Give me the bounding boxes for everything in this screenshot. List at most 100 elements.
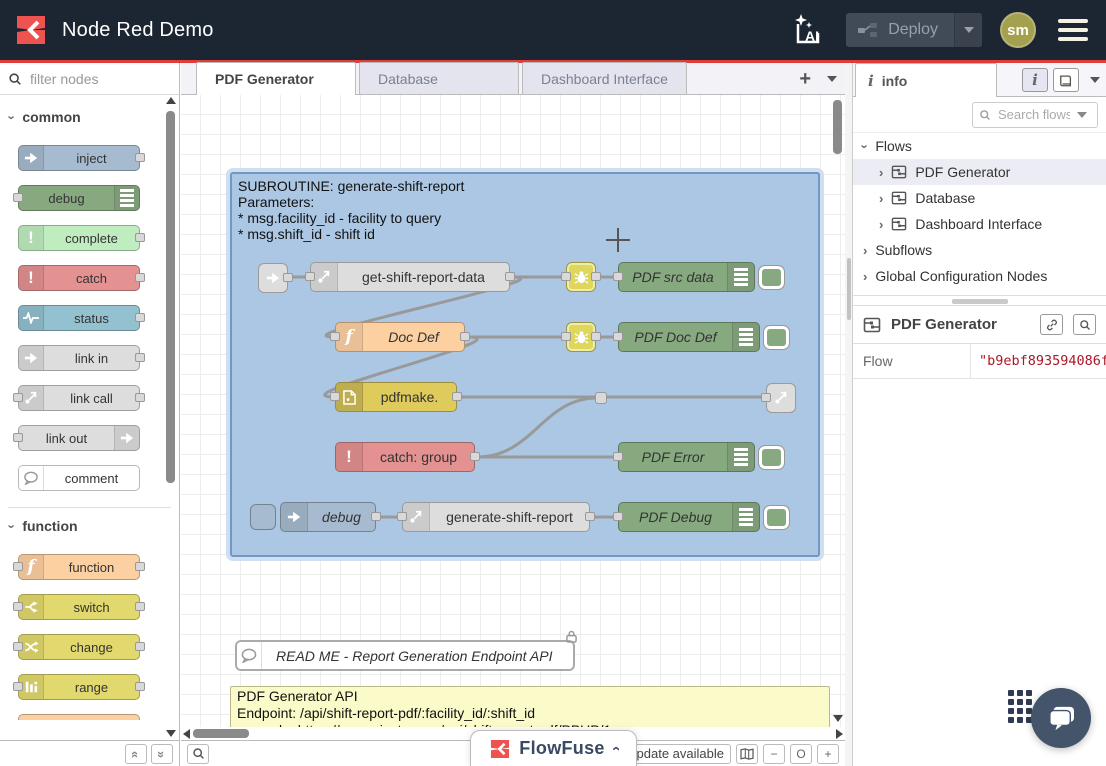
node-pdfmake[interactable]: pdfmake. <box>335 382 457 412</box>
chat-drag-handle-icon[interactable] <box>1008 690 1032 723</box>
node-get-shift-report-data[interactable]: get-shift-report-data <box>310 262 510 292</box>
input-port[interactable] <box>13 682 23 691</box>
palette-node-link-in[interactable]: link in <box>18 345 140 371</box>
output-port[interactable] <box>135 602 145 611</box>
palette-node-complete[interactable]: ! complete <box>18 225 140 251</box>
input-port[interactable] <box>330 332 340 341</box>
chat-widget-button[interactable] <box>1031 688 1091 748</box>
search-flows-box[interactable] <box>972 102 1098 128</box>
tree-global-config-header[interactable]: › Global Configuration Nodes <box>853 263 1106 289</box>
flow-canvas[interactable]: SUBROUTINE: generate-shift-reportParamet… <box>181 95 845 727</box>
input-port[interactable] <box>613 452 623 461</box>
palette-category-function[interactable]: › function <box>0 508 179 540</box>
input-port[interactable] <box>613 512 623 521</box>
sidebar-options-caret[interactable] <box>1090 77 1100 83</box>
output-port[interactable] <box>452 392 462 401</box>
divider-grip[interactable] <box>952 299 1008 304</box>
palette-node-function[interactable]: f function <box>18 554 140 580</box>
palette-node-link-out[interactable]: link out <box>18 425 140 451</box>
output-port[interactable] <box>283 273 293 282</box>
input-port[interactable] <box>761 393 771 402</box>
flow-list-caret[interactable] <box>827 76 837 82</box>
tree-item-database[interactable]: › Database <box>853 185 1106 211</box>
input-port[interactable] <box>561 332 571 341</box>
input-port[interactable] <box>613 332 623 341</box>
input-port[interactable] <box>397 512 407 521</box>
zoom-in-button[interactable]: + <box>817 744 839 764</box>
zoom-out-button[interactable]: − <box>763 744 785 764</box>
input-port[interactable] <box>13 193 23 202</box>
output-port[interactable] <box>371 512 381 521</box>
wire-junction[interactable] <box>595 392 607 404</box>
tree-subflows-header[interactable]: › Subflows <box>853 237 1106 263</box>
info-panel-button[interactable]: i <box>1022 68 1048 92</box>
navigator-map-icon[interactable] <box>736 744 758 764</box>
palette-node-comment[interactable]: comment <box>18 465 140 491</box>
output-port[interactable] <box>135 273 145 282</box>
input-port[interactable] <box>13 562 23 571</box>
node-pdf-error[interactable]: PDF Error <box>618 442 755 472</box>
tab-info[interactable]: i info <box>855 63 997 97</box>
search-flows-footer-button[interactable] <box>187 744 209 764</box>
input-port[interactable] <box>13 393 23 402</box>
input-port[interactable] <box>13 433 23 442</box>
input-port[interactable] <box>13 602 23 611</box>
scroll-left-arrow[interactable] <box>183 729 190 739</box>
palette-node-status[interactable]: status <box>18 305 140 331</box>
tree-item-dashboard-interface[interactable]: › Dashboard Interface <box>853 211 1106 237</box>
collapse-all-button[interactable]: « <box>125 744 147 764</box>
output-port[interactable] <box>135 313 145 322</box>
output-port[interactable] <box>460 332 470 341</box>
output-port[interactable] <box>505 272 515 281</box>
output-port[interactable] <box>135 642 145 651</box>
deploy-options-caret[interactable] <box>954 13 982 47</box>
output-port[interactable] <box>591 332 601 341</box>
node-doc-def[interactable]: f Doc Def <box>335 322 465 352</box>
api-info-group[interactable]: PDF Generator API Endpoint: /api/shift-r… <box>230 686 830 727</box>
ai-assistant-button[interactable]: AI <box>788 10 828 50</box>
node-link-in[interactable] <box>258 263 288 293</box>
input-port[interactable] <box>330 392 340 401</box>
divider-grip[interactable] <box>847 258 851 320</box>
input-port[interactable] <box>561 272 571 281</box>
add-flow-button[interactable]: + <box>799 69 811 89</box>
tab-database[interactable]: Database <box>359 62 519 94</box>
node-inject-debug[interactable]: debug <box>280 502 376 532</box>
output-port[interactable] <box>470 452 480 461</box>
output-port[interactable] <box>135 682 145 691</box>
output-port[interactable] <box>135 233 145 242</box>
output-port[interactable] <box>591 272 601 281</box>
inject-trigger-button[interactable] <box>250 504 276 530</box>
output-port[interactable] <box>135 353 145 362</box>
palette-node-change[interactable]: change <box>18 634 140 660</box>
node-readme-comment[interactable]: READ ME - Report Generation Endpoint API <box>235 640 575 671</box>
palette-node-link-call[interactable]: link call <box>18 385 140 411</box>
input-port[interactable] <box>13 642 23 651</box>
tab-dashboard-interface[interactable]: Dashboard Interface <box>522 62 687 94</box>
tree-detail-divider[interactable] <box>853 295 1106 305</box>
expand-all-button[interactable]: » <box>151 744 173 764</box>
deploy-button[interactable]: Deploy <box>846 13 982 47</box>
output-port[interactable] <box>135 153 145 162</box>
debug-toggle-button[interactable] <box>758 265 785 290</box>
node-pdf-src-data[interactable]: PDF src data <box>618 262 755 292</box>
main-menu-button[interactable] <box>1054 15 1092 45</box>
canvas-vertical-scrollbar[interactable] <box>833 98 843 724</box>
search-flows-input[interactable] <box>996 106 1072 123</box>
node-link-out[interactable] <box>766 383 796 413</box>
output-port[interactable] <box>135 562 145 571</box>
tab-pdf-generator[interactable]: PDF Generator <box>196 62 356 95</box>
output-port[interactable] <box>135 393 145 402</box>
help-book-button[interactable] <box>1053 68 1079 92</box>
palette-node-inject[interactable]: inject <box>18 145 140 171</box>
tree-flows-header[interactable]: › Flows <box>853 133 1106 159</box>
zoom-reset-button[interactable]: O <box>790 744 812 764</box>
node-debug-junction-2[interactable] <box>566 322 596 352</box>
user-avatar[interactable]: sm <box>1000 12 1036 48</box>
node-debug-junction-1[interactable] <box>566 262 596 292</box>
output-port[interactable] <box>585 512 595 521</box>
scrollbar-thumb[interactable] <box>166 111 175 483</box>
node-catch-group[interactable]: ! catch: group <box>335 442 475 472</box>
palette-node-switch[interactable]: switch <box>18 594 140 620</box>
palette-filter-input[interactable] <box>28 70 158 88</box>
